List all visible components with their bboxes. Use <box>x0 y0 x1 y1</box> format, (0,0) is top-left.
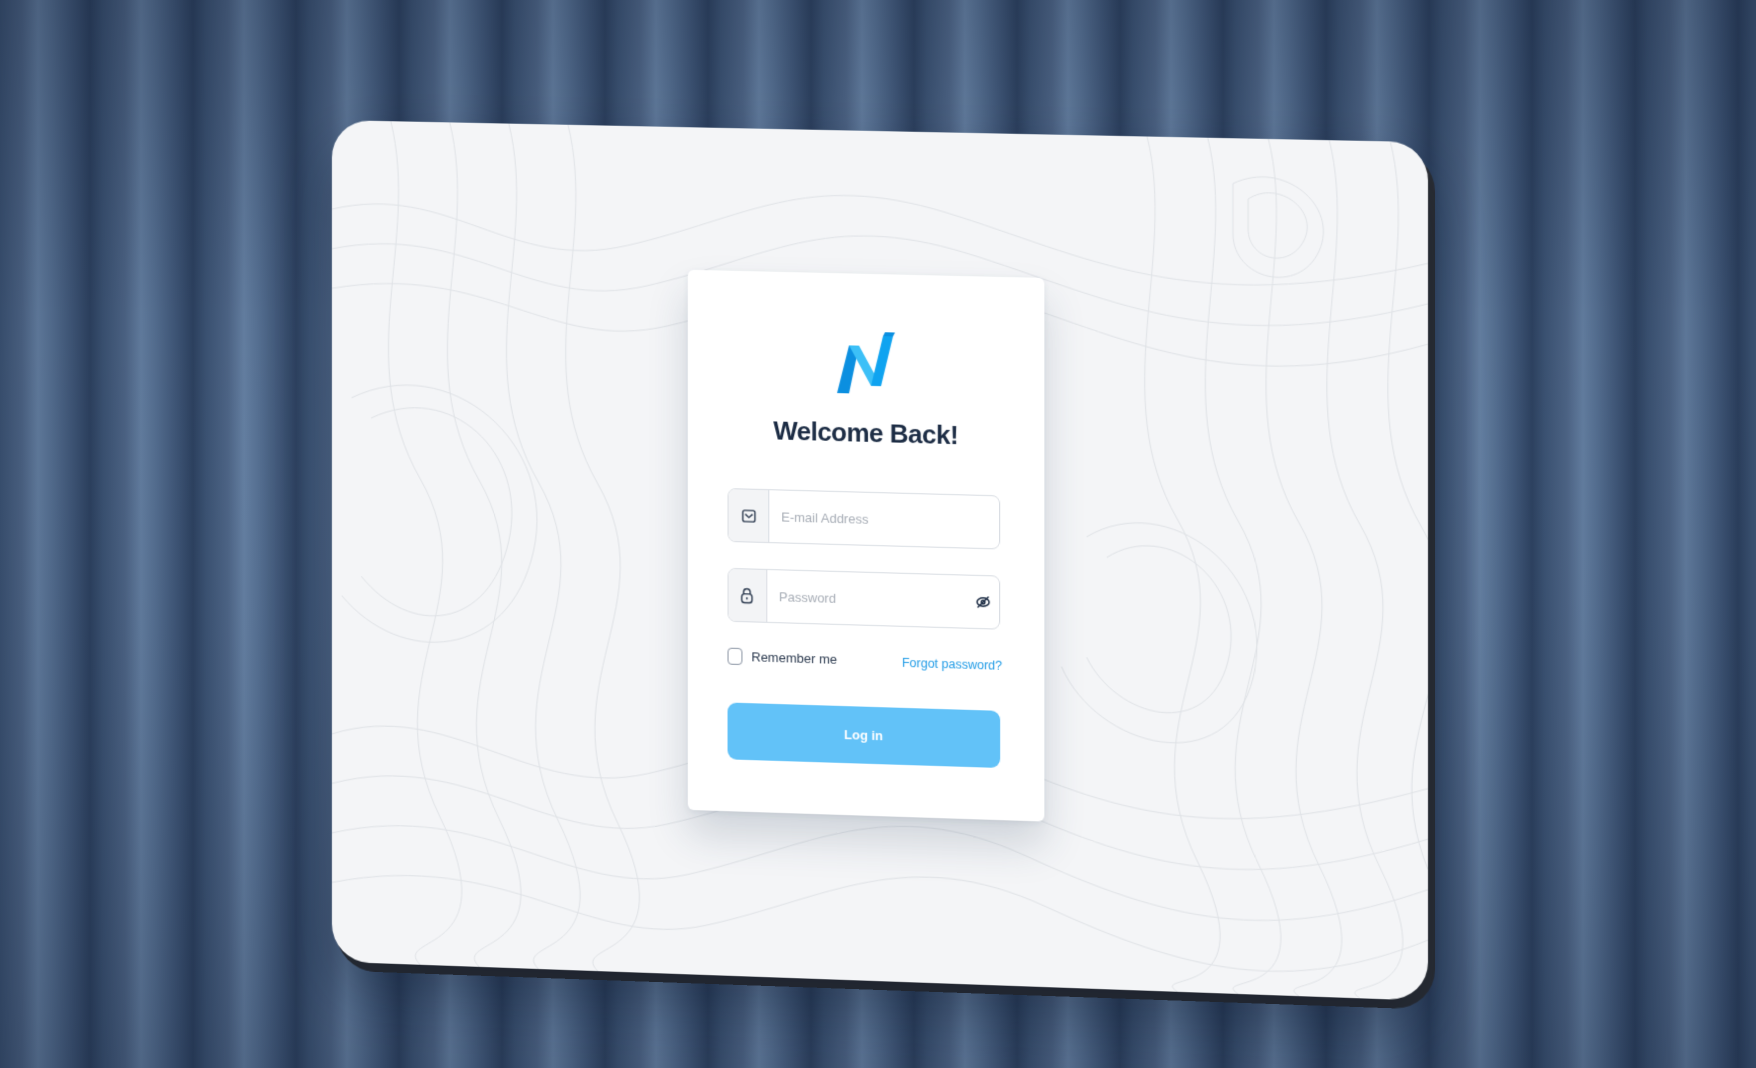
remember-me[interactable]: Remember me <box>727 647 838 668</box>
page-title: Welcome Back! <box>773 415 959 451</box>
email-field[interactable] <box>727 488 1001 550</box>
email-icon-box <box>728 489 770 543</box>
lock-icon <box>740 587 755 604</box>
toggle-password-visibility[interactable] <box>967 576 999 629</box>
remember-label: Remember me <box>751 649 838 667</box>
password-input[interactable] <box>767 569 967 628</box>
remember-checkbox[interactable] <box>727 647 743 666</box>
forgot-password-link[interactable]: Forgot password? <box>902 656 1002 673</box>
password-field[interactable] <box>727 567 1001 630</box>
login-screen: Welcome Back! E-mail Address Remember me… <box>331 120 1428 1001</box>
login-button[interactable]: Log in <box>727 702 1001 768</box>
envelope-icon <box>741 508 756 523</box>
brand-n-logo <box>837 332 895 394</box>
eye-slash-icon <box>975 594 991 610</box>
background: Welcome Back! E-mail Address Remember me… <box>0 0 1756 1068</box>
email-input[interactable] <box>769 490 1000 549</box>
login-card: Welcome Back! E-mail Address Remember me… <box>687 269 1045 822</box>
password-icon-box <box>728 568 768 622</box>
